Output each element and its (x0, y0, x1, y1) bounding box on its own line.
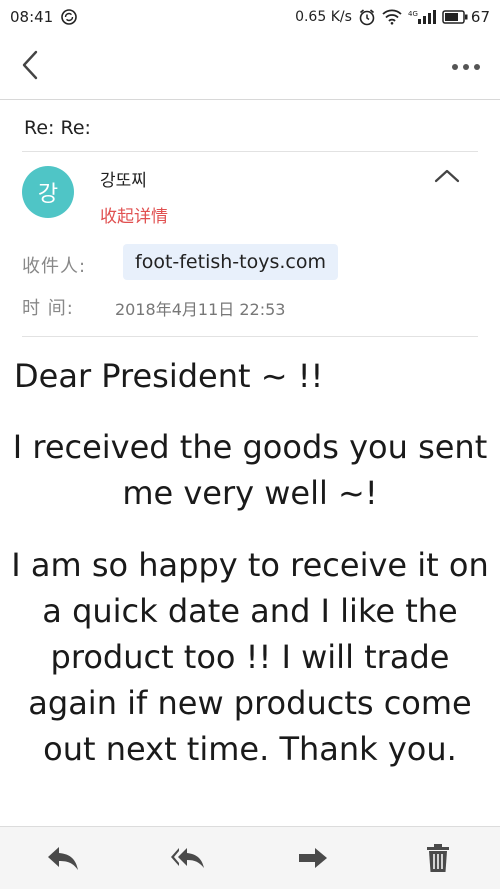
battery-level: 67 (470, 8, 490, 26)
alarm-icon (358, 8, 376, 26)
time-label: 时 间: (22, 298, 74, 319)
delete-button[interactable] (408, 833, 468, 883)
recipient-label: 收件人: (22, 256, 87, 277)
collapse-details-link[interactable]: 收起详情 (100, 202, 168, 227)
email-greeting: Dear President ~ !! (14, 357, 324, 395)
chevron-up-icon (434, 169, 460, 183)
wifi-icon (382, 9, 402, 25)
reply-button[interactable] (33, 833, 93, 883)
email-paragraph: I am so happy to receive it on a quick d… (11, 546, 489, 768)
sent-time: 2018年4月11日 22:53 (115, 300, 286, 319)
reply-all-icon (170, 848, 204, 868)
top-nav (0, 34, 500, 100)
divider (22, 336, 478, 337)
trash-icon (426, 844, 449, 872)
email-paragraph: I received the goods you sent me very we… (12, 428, 488, 512)
more-dot (452, 63, 458, 70)
chevron-left-icon (22, 50, 38, 79)
status-time: 08:41 (10, 8, 54, 26)
battery-indicator: 67 (442, 8, 490, 26)
more-options-button[interactable] (452, 63, 480, 70)
status-bar: 08:41 0.65 K/s 4G 67 (0, 0, 500, 34)
network-speed: 0.65 K/s (295, 9, 352, 25)
divider (22, 151, 478, 152)
battery-icon (442, 10, 468, 24)
back-button[interactable] (20, 49, 40, 85)
more-dot (463, 63, 469, 70)
sync-icon (61, 9, 78, 25)
sender-avatar: 강 (22, 166, 74, 218)
email-subject: Re: Re: (24, 117, 91, 139)
recipient-chip[interactable]: foot-fetish-toys.com (123, 244, 338, 280)
sender-name: 강또찌 (100, 171, 147, 191)
bottom-action-bar (0, 826, 500, 889)
reply-all-button[interactable] (158, 833, 218, 883)
reply-icon (47, 847, 78, 870)
cell-signal-icon: 4G (408, 9, 436, 25)
svg-text:4G: 4G (408, 10, 418, 18)
more-dot (474, 63, 480, 70)
forward-button[interactable] (283, 833, 343, 883)
collapse-details-button[interactable] (434, 168, 460, 188)
forward-icon (298, 848, 327, 868)
